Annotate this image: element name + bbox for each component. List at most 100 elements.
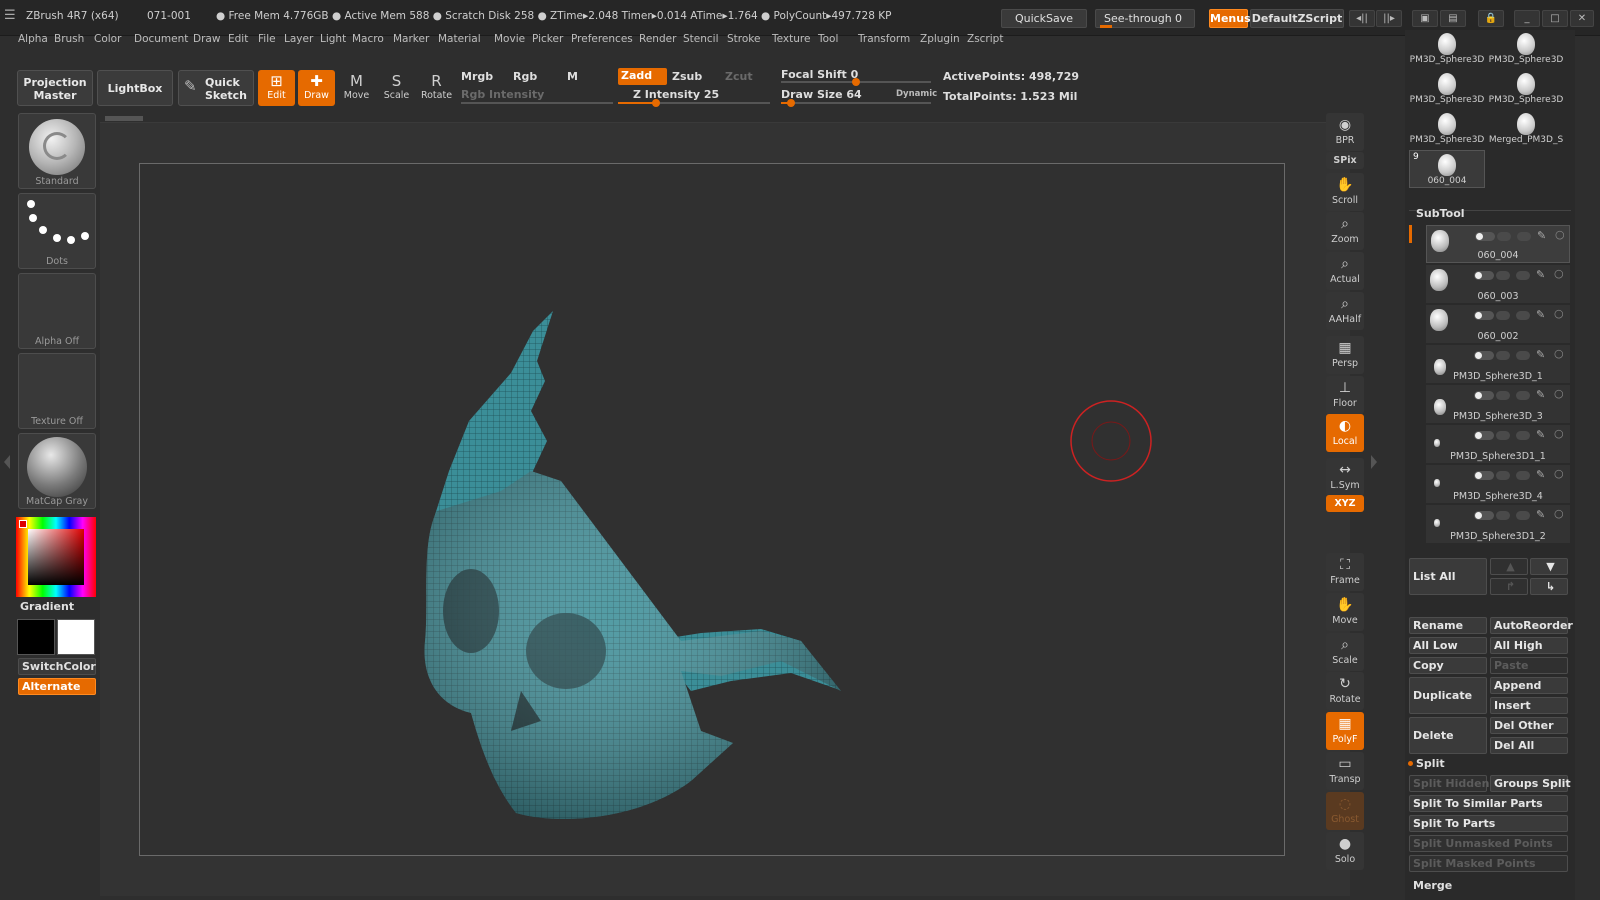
document-frame[interactable] [139, 163, 1285, 856]
menu-layer[interactable]: Layer [284, 33, 313, 45]
subtool-title[interactable]: SubTool [1416, 207, 1465, 220]
move-subtool-up-icon[interactable]: ↱ [1490, 578, 1528, 595]
list-all-button[interactable]: List All [1409, 558, 1487, 595]
maximize-icon[interactable]: □ [1542, 10, 1568, 27]
switchcolor-button[interactable]: SwitchColor [18, 658, 96, 675]
scale-button[interactable]: ⌕ Scale [1326, 633, 1364, 671]
brush-edit-icon[interactable]: ✎ [1536, 468, 1545, 481]
layout-b-icon[interactable]: ▤ [1440, 10, 1466, 27]
all-low-button[interactable]: All Low [1409, 637, 1487, 654]
split-hidden-button[interactable]: Split Hidden [1409, 775, 1489, 792]
solo-button[interactable]: ● Solo [1326, 832, 1364, 870]
visibility-toggle[interactable] [1474, 391, 1494, 400]
all-high-button[interactable]: All High [1490, 637, 1568, 654]
focal-shift-slider[interactable]: Focal Shift 0 [781, 68, 858, 81]
menu-file[interactable]: File [258, 33, 276, 45]
groups-split-button[interactable]: Groups Split [1490, 775, 1571, 792]
edit-button[interactable]: ⊞ Edit [258, 70, 295, 106]
menu-movie[interactable]: Movie [494, 33, 525, 45]
tool-thumb[interactable]: PM3D_Sphere3D [1409, 70, 1485, 108]
polypaint-toggle[interactable] [1496, 351, 1510, 360]
l-sym-button[interactable]: ↔ L.Sym [1326, 458, 1364, 496]
subtool-option-toggle[interactable] [1516, 511, 1530, 520]
rgb-button[interactable]: Rgb [513, 70, 537, 83]
polypaint-toggle[interactable] [1496, 471, 1510, 480]
rotate-button[interactable]: R Rotate [418, 70, 455, 106]
subtool-option-toggle[interactable] [1516, 351, 1530, 360]
menu-transform[interactable]: Transform [858, 33, 910, 45]
visibility-toggle[interactable] [1474, 351, 1494, 360]
menu-document[interactable]: Document [134, 33, 188, 45]
zcut-button[interactable]: Zcut [725, 70, 753, 83]
color-picker[interactable] [16, 517, 96, 597]
menu-light[interactable]: Light [320, 33, 346, 45]
local-button[interactable]: ◐ Local [1326, 414, 1364, 452]
menu-preferences[interactable]: Preferences [571, 33, 633, 45]
menu-stencil[interactable]: Stencil [683, 33, 719, 45]
tool-thumb[interactable]: PM3D_Sphere3D [1488, 70, 1564, 108]
subtool-item[interactable]: ✎ ○ PM3D_Sphere3D_1 [1426, 345, 1570, 383]
menu-draw[interactable]: Draw [193, 33, 220, 45]
brush-edit-icon[interactable]: ✎ [1536, 428, 1545, 441]
subtool-item[interactable]: ✎ ○ 060_004 [1426, 225, 1570, 263]
scroll-button[interactable]: ✋ Scroll [1326, 173, 1364, 211]
del-other-button[interactable]: Del Other [1490, 717, 1568, 734]
insert-button[interactable]: Insert [1490, 697, 1568, 714]
lightbox-button[interactable]: LightBox [97, 70, 173, 106]
xyz-button[interactable]: XYZ [1326, 495, 1364, 512]
menu-color[interactable]: Color [94, 33, 121, 45]
eye-icon[interactable]: ○ [1554, 507, 1564, 520]
visibility-toggle[interactable] [1474, 311, 1494, 320]
canvas-scroll-handle[interactable] [105, 116, 143, 121]
minimize-icon[interactable]: _ [1514, 10, 1540, 27]
menu-alpha[interactable]: Alpha [18, 33, 48, 45]
actual-button[interactable]: ⌕ Actual [1326, 252, 1364, 290]
ghost-button[interactable]: ◌ Ghost [1326, 792, 1364, 830]
brush-edit-icon[interactable]: ✎ [1536, 308, 1545, 321]
split-masked-button[interactable]: Split Masked Points [1409, 855, 1568, 872]
move-button[interactable]: ✋ Move [1326, 593, 1364, 631]
eye-icon[interactable]: ○ [1554, 427, 1564, 440]
eye-icon[interactable]: ○ [1554, 267, 1564, 280]
color-square[interactable] [28, 529, 84, 585]
alternate-button[interactable]: Alternate [18, 678, 96, 695]
menu-picker[interactable]: Picker [532, 33, 563, 45]
duplicate-button[interactable]: Duplicate [1409, 677, 1487, 714]
subtool-item[interactable]: ✎ ○ 060_002 [1426, 305, 1570, 343]
visibility-toggle[interactable] [1474, 511, 1494, 520]
collapse-left-icon[interactable]: ◂|| [1349, 10, 1375, 27]
menu-stroke[interactable]: Stroke [727, 33, 760, 45]
split-section[interactable]: Split [1416, 757, 1445, 770]
projection-master-button[interactable]: Projection Master [17, 70, 93, 106]
subtool-option-toggle[interactable] [1516, 271, 1530, 280]
tool-thumb[interactable]: 060_004 9 [1409, 150, 1485, 188]
menus-button[interactable]: Menus [1209, 9, 1251, 28]
persp-button[interactable]: ▦ Persp [1326, 336, 1364, 374]
close-icon[interactable]: ✕ [1570, 10, 1594, 27]
polypaint-toggle[interactable] [1496, 511, 1510, 520]
subtool-option-toggle[interactable] [1516, 311, 1530, 320]
tool-thumb[interactable]: PM3D_Sphere3D [1409, 110, 1485, 148]
split-similar-parts-button[interactable]: Split To Similar Parts [1409, 795, 1568, 812]
rgb-intensity-slider[interactable]: Rgb Intensity [461, 88, 544, 101]
zadd-button[interactable]: Zadd [618, 68, 667, 85]
draw-button[interactable]: ✚ Draw [298, 70, 335, 106]
subtool-option-toggle[interactable] [1516, 431, 1530, 440]
polypaint-toggle[interactable] [1496, 391, 1510, 400]
eye-icon[interactable]: ○ [1554, 467, 1564, 480]
subtool-option-toggle[interactable] [1517, 232, 1531, 241]
subtool-scroll-indicator[interactable] [1409, 225, 1412, 243]
collapse-right-icon[interactable]: ||▸ [1376, 10, 1402, 27]
layout-a-icon[interactable]: ▣ [1412, 10, 1438, 27]
menu-render[interactable]: Render [639, 33, 676, 45]
brush-edit-icon[interactable]: ✎ [1537, 229, 1546, 242]
mrgb-button[interactable]: Mrgb [461, 70, 493, 83]
slider-knob[interactable] [786, 99, 795, 107]
quicksave-button[interactable]: QuickSave [1001, 9, 1087, 28]
quick-sketch-button[interactable]: ✎ Quick Sketch [178, 70, 254, 106]
material-picker[interactable]: MatCap Gray [18, 433, 96, 509]
polypaint-toggle[interactable] [1496, 271, 1510, 280]
menu-edit[interactable]: Edit [228, 33, 248, 45]
menu-texture[interactable]: Texture [772, 33, 810, 45]
texture-picker[interactable]: Texture Off [18, 353, 96, 429]
